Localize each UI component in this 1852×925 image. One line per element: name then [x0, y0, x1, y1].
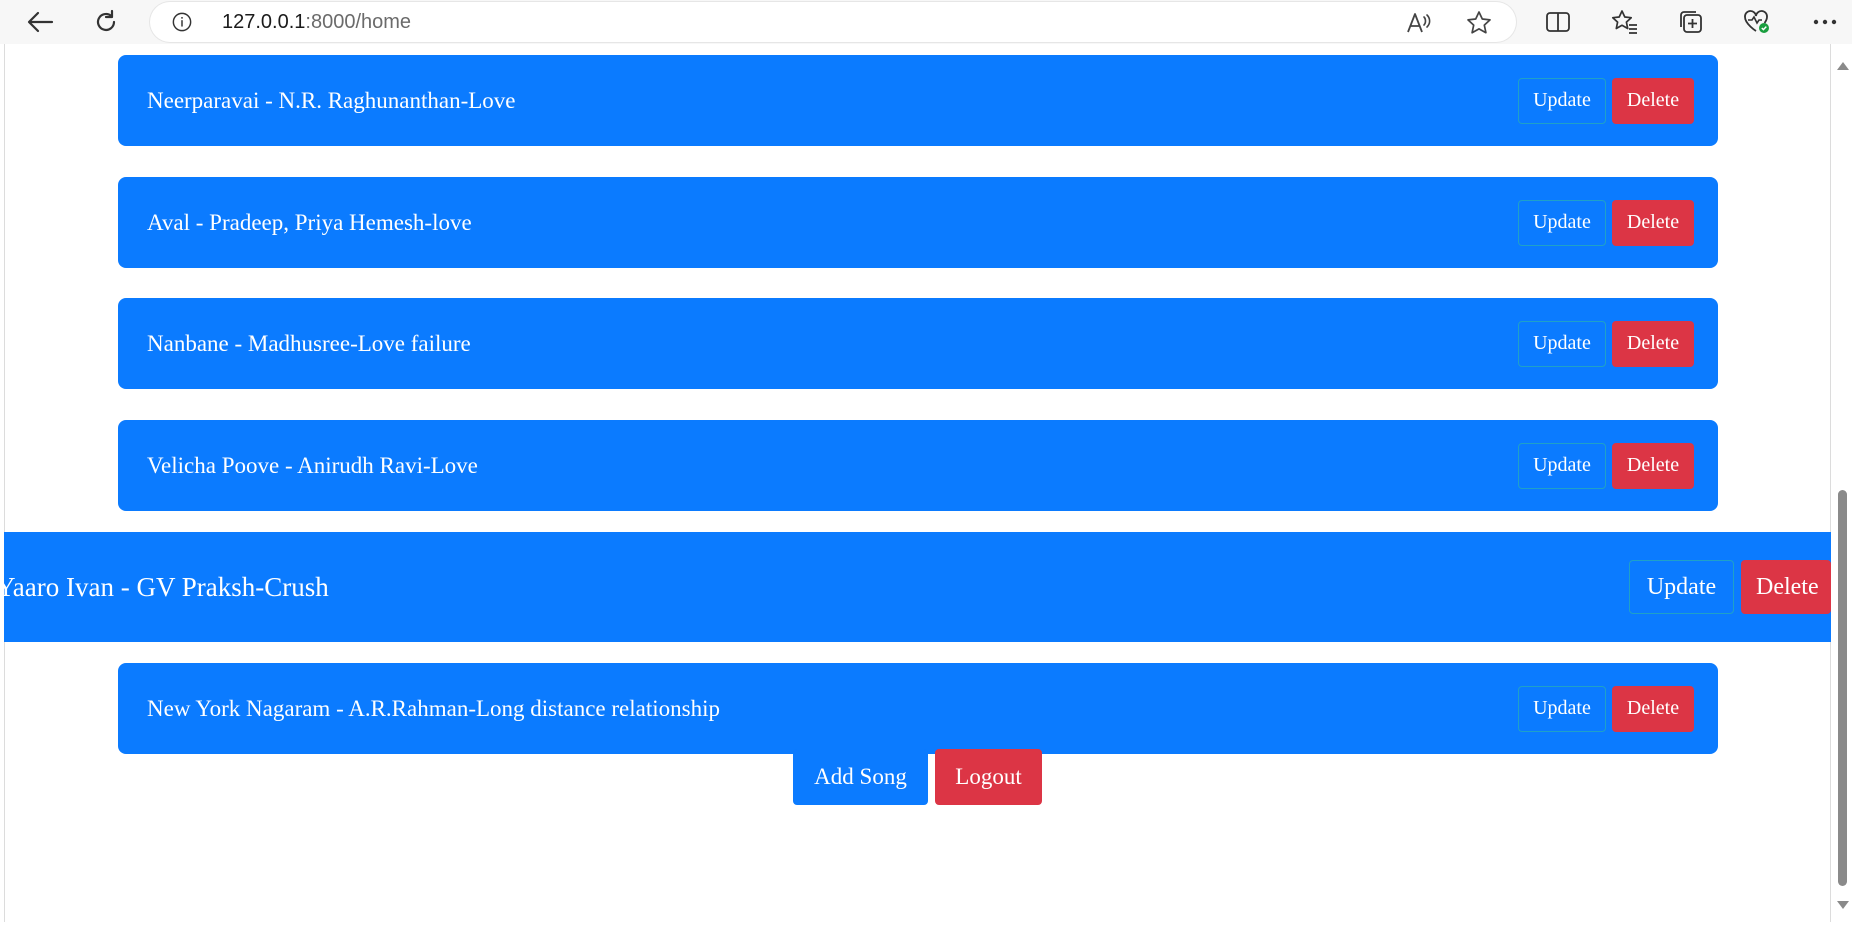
page-actions: Add Song Logout [793, 749, 1042, 805]
back-icon[interactable] [20, 4, 60, 40]
url-host: 127.0.0.1 [222, 11, 306, 33]
url-text[interactable]: 127.0.0.1:8000/home [222, 11, 411, 33]
song-title: New York Nagaram - A.R.Rahman-Long dista… [147, 695, 720, 721]
song-card: New York Nagaram - A.R.Rahman-Long dista… [118, 663, 1718, 754]
update-button[interactable]: Update [1518, 77, 1606, 124]
delete-button[interactable]: Delete [1612, 320, 1694, 367]
refresh-icon[interactable] [86, 4, 126, 40]
delete-button[interactable]: Delete [1612, 442, 1694, 489]
update-button[interactable]: Update [1629, 560, 1734, 614]
browser-essentials-icon[interactable] [1737, 4, 1777, 40]
url-path: :8000/home [305, 11, 412, 33]
vertical-scrollbar[interactable] [1832, 44, 1852, 925]
update-button[interactable]: Update [1518, 685, 1606, 732]
song-card-hovered[interactable]: Yaaro Ivan - GV Praksh-Crush Update Dele… [0, 532, 1831, 642]
song-title: Neerparavai - N.R. Raghunanthan-Love [147, 87, 516, 113]
delete-button[interactable]: Delete [1741, 560, 1831, 614]
read-aloud-icon[interactable] [1404, 8, 1434, 38]
favorites-icon[interactable] [1605, 4, 1645, 40]
song-card: Velicha Poove - Anirudh Ravi-Love Update… [118, 420, 1718, 511]
delete-button[interactable]: Delete [1612, 685, 1694, 732]
split-screen-icon[interactable] [1538, 4, 1578, 40]
more-icon[interactable] [1805, 4, 1845, 40]
song-card: Aval - Pradeep, Priya Hemesh-love Update… [118, 177, 1718, 268]
delete-button[interactable]: Delete [1612, 199, 1694, 246]
song-title: Velicha Poove - Anirudh Ravi-Love [147, 452, 478, 478]
update-button[interactable]: Update [1518, 442, 1606, 489]
scroll-down-arrow-icon[interactable] [1837, 901, 1849, 909]
scrollbar-thumb[interactable] [1838, 490, 1847, 886]
logout-button[interactable]: Logout [935, 749, 1042, 805]
song-card: Neerparavai - N.R. Raghunanthan-Love Upd… [118, 55, 1718, 146]
site-info-icon[interactable] [172, 12, 192, 32]
scroll-up-arrow-icon[interactable] [1837, 62, 1849, 70]
song-card: Nanbane - Madhusree-Love failure Update … [118, 298, 1718, 389]
favorite-star-icon[interactable] [1464, 8, 1494, 38]
address-bar[interactable]: 127.0.0.1:8000/home [150, 2, 1516, 42]
collections-icon[interactable] [1671, 4, 1711, 40]
song-title: Nanbane - Madhusree-Love failure [147, 330, 471, 356]
update-button[interactable]: Update [1518, 199, 1606, 246]
song-title: Aval - Pradeep, Priya Hemesh-love [147, 209, 472, 235]
update-button[interactable]: Update [1518, 320, 1606, 367]
song-title: Yaaro Ivan - GV Praksh-Crush [0, 571, 329, 602]
add-song-button[interactable]: Add Song [793, 749, 928, 805]
delete-button[interactable]: Delete [1612, 77, 1694, 124]
browser-toolbar: 127.0.0.1:8000/home [0, 0, 1852, 44]
